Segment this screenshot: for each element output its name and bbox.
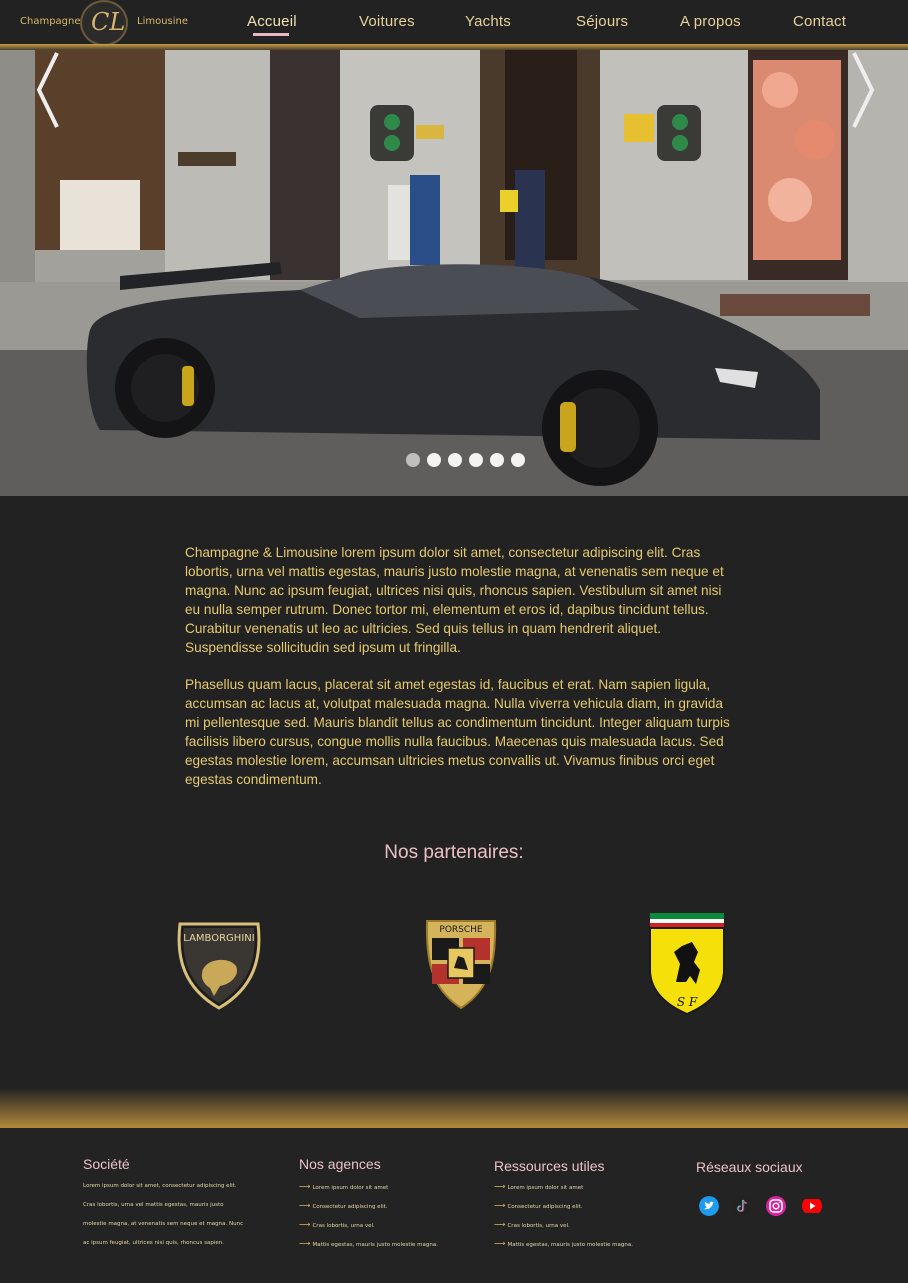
instagram-icon[interactable] (766, 1196, 786, 1216)
top-navigation: Champagne CL Limousine Accueil Voitures … (0, 0, 908, 46)
carousel-dot-2[interactable] (427, 453, 441, 467)
footer-social-title: Réseaux sociaux (696, 1159, 803, 1175)
partners-title: Nos partenaires: (384, 842, 524, 863)
arrow-right-icon: ⟶ (494, 1239, 506, 1248)
footer-ressources-item[interactable]: ⟶ Mattis egestas, mauris justo molestie m… (494, 1234, 633, 1253)
lamborghini-logo[interactable]: LAMBORGHINI (174, 918, 264, 1012)
brand-logo[interactable]: CL (80, 0, 128, 46)
carousel-dot-4[interactable] (469, 453, 483, 467)
nav-active-underline (253, 33, 289, 36)
intro-paragraph-2: Phasellus quam lacus, placerat sit amet … (185, 677, 730, 787)
nav-contact[interactable]: Contact (793, 13, 846, 30)
nav-voitures[interactable]: Voitures (359, 13, 415, 30)
footer-agences-item[interactable]: ⟶ Consectetur adipiscing elit. (299, 1196, 438, 1215)
nav-yachts[interactable]: Yachts (465, 13, 511, 30)
nav-sejours[interactable]: Séjours (576, 13, 628, 30)
previous-slide-arrow-icon[interactable] (35, 50, 65, 130)
arrow-right-icon: ⟶ (299, 1220, 311, 1229)
arrow-right-icon: ⟶ (494, 1182, 506, 1191)
brand-name-left[interactable]: Champagne (20, 16, 81, 27)
footer-ressources-item[interactable]: ⟶ Lorem ipsum dolor sit amet (494, 1177, 633, 1196)
tiktok-icon[interactable] (732, 1196, 752, 1216)
footer-agences-list: ⟶ Lorem ipsum dolor sit amet ⟶ Consectetur… (299, 1177, 438, 1253)
youtube-icon[interactable] (802, 1196, 822, 1216)
porsche-logo[interactable]: PORSCHE (424, 918, 498, 1010)
footer-agences-title: Nos agences (299, 1156, 381, 1172)
nav-a-propos[interactable]: A propos (680, 13, 741, 30)
carousel-dot-1[interactable] (406, 453, 420, 467)
nav-accueil[interactable]: Accueil (247, 13, 297, 30)
carousel-dot-6[interactable] (511, 453, 525, 467)
footer-societe-title: Société (83, 1156, 130, 1172)
ferrari-logo[interactable]: S F (646, 910, 728, 1016)
porsche-logo-label: PORSCHE (439, 925, 483, 935)
carousel-dot-3[interactable] (448, 453, 462, 467)
footer-agences-item[interactable]: ⟶ Mattis egestas, mauris justo molestie m… (299, 1234, 438, 1253)
arrow-right-icon: ⟶ (494, 1201, 506, 1210)
carousel-dot-5[interactable] (490, 453, 504, 467)
arrow-right-icon: ⟶ (494, 1220, 506, 1229)
footer-agences-item[interactable]: ⟶ Lorem ipsum dolor sit amet (299, 1177, 438, 1196)
hero-carousel (0, 50, 908, 496)
footer-ressources-list: ⟶ Lorem ipsum dolor sit amet ⟶ Consectetur… (494, 1177, 633, 1253)
footer-ressources-item[interactable]: ⟶ Cras lobortis, urna vel. (494, 1215, 633, 1234)
brand-monogram: CL (91, 8, 126, 36)
hero-image (0, 50, 908, 496)
arrow-right-icon: ⟶ (299, 1201, 311, 1210)
lamborghini-logo-label: LAMBORGHINI (183, 933, 254, 944)
arrow-right-icon: ⟶ (299, 1182, 311, 1191)
footer-gold-glow (0, 1088, 908, 1128)
footer-ressources-title: Ressources utiles (494, 1158, 605, 1174)
footer-agences-item[interactable]: ⟶ Cras lobortis, urna vel. (299, 1215, 438, 1234)
ferrari-logo-label: S F (677, 995, 698, 1009)
footer-societe-text: Lorem ipsum dolor sit amet, consectetur … (83, 1183, 244, 1246)
brand-name-right[interactable]: Limousine (137, 16, 188, 27)
intro-paragraph-1: Champagne & Limousine lorem ipsum dolor … (185, 545, 724, 655)
footer-ressources-item[interactable]: ⟶ Consectetur adipiscing elit. (494, 1196, 633, 1215)
twitter-icon[interactable] (699, 1196, 719, 1216)
carousel-indicators (406, 453, 525, 467)
next-slide-arrow-icon[interactable] (846, 50, 876, 130)
arrow-right-icon: ⟶ (299, 1239, 311, 1248)
